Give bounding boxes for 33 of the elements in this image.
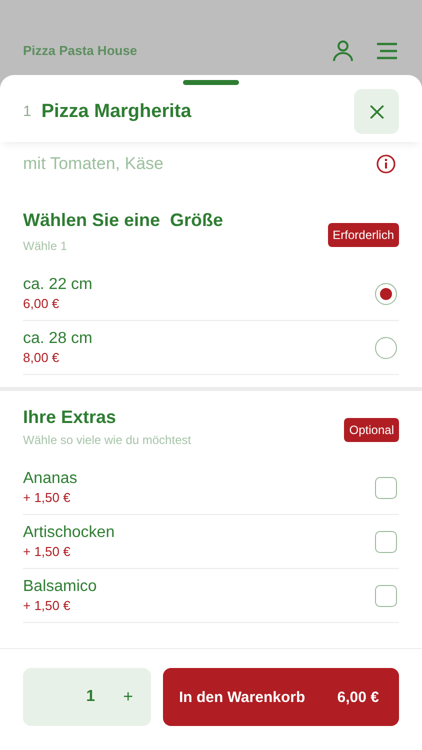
option-name: ca. 22 cm	[23, 276, 92, 294]
product-description: mit Tomaten, Käse	[23, 154, 164, 174]
section-badge: Erforderlich	[328, 222, 399, 246]
checkbox[interactable]	[375, 584, 397, 606]
radio-button[interactable]	[375, 336, 397, 358]
section-badge: Optional	[344, 418, 399, 442]
user-icon[interactable]	[331, 38, 355, 62]
section-title: Ihre Extras	[23, 407, 118, 428]
increase-button[interactable]: +	[123, 687, 133, 707]
close-icon	[368, 102, 386, 120]
option-price: + 1,50 €	[23, 598, 72, 613]
checkbox[interactable]	[375, 530, 397, 552]
product-title: Pizza Margherita	[41, 100, 192, 122]
section-subtitle: Wähle 1	[23, 239, 68, 253]
drag-handle[interactable]	[183, 80, 239, 85]
checkbox[interactable]	[375, 476, 397, 498]
radio-button[interactable]	[375, 282, 397, 304]
option-price: 6,00 €	[23, 296, 60, 311]
option-name: ca. 28 cm	[23, 330, 92, 348]
close-button[interactable]	[354, 89, 399, 134]
section-title: Wählen Sie eine Größe	[23, 210, 224, 231]
add-to-cart-button[interactable]: In den Warenkorb 6,00 €	[163, 668, 399, 726]
option-price: 8,00 €	[23, 350, 60, 365]
option-price: + 1,50 €	[23, 490, 72, 505]
restaurant-name: Pizza Pasta House	[23, 43, 138, 58]
option-name: Balsamico	[23, 578, 97, 596]
info-icon[interactable]	[376, 154, 396, 174]
option-name: Ananas	[23, 470, 78, 488]
option-name: Artischocken	[23, 524, 115, 542]
item-number: 1	[23, 103, 32, 120]
option-price: + 1,50 €	[23, 544, 72, 559]
quantity-value: 1	[86, 688, 96, 706]
section-subtitle: Wähle so viele wie du möchtest	[23, 433, 192, 447]
